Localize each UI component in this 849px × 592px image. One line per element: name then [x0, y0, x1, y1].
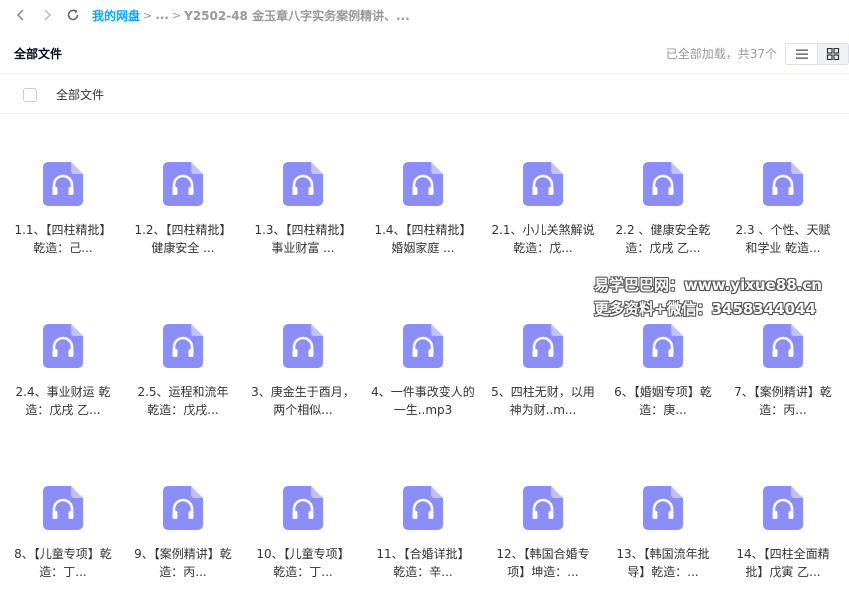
refresh-button[interactable]	[60, 0, 86, 30]
file-item[interactable]: 1.3、【四柱精批】事业财富 ...	[247, 162, 359, 257]
chevron-left-icon	[16, 9, 24, 21]
grid-view-button[interactable]	[817, 44, 848, 64]
back-button[interactable]	[8, 0, 34, 30]
audio-file-icon	[523, 486, 563, 530]
forward-button[interactable]	[34, 0, 60, 30]
audio-file-icon	[643, 162, 683, 206]
audio-file-icon	[763, 486, 803, 530]
file-name: 1.3、【四柱精批】事业财富 ...	[254, 223, 352, 255]
file-name: 1.1、【四柱精批】乾造：己...	[14, 223, 112, 255]
audio-file-icon	[43, 486, 83, 530]
audio-file-icon	[643, 486, 683, 530]
audio-file-icon	[763, 162, 803, 206]
file-item[interactable]: 2.3 、个性、天赋和学业 乾造...	[727, 162, 839, 257]
file-item[interactable]: 9、【案例精讲】乾造：丙...	[127, 486, 239, 581]
file-name: 2.1、小儿关煞解说 乾造：戊...	[491, 223, 595, 255]
file-name: 11、【合婚详批】乾造：辛...	[376, 547, 470, 579]
audio-file-icon	[43, 324, 83, 368]
breadcrumb: 我的网盘 > ... > Y2502-48 金玉章八字实务案例精讲、...	[92, 7, 410, 24]
audio-file-icon	[523, 324, 563, 368]
file-count-status: 已全部加载，共37个	[665, 47, 777, 61]
audio-file-icon	[763, 324, 803, 368]
audio-file-icon	[403, 486, 443, 530]
file-name: 2.5、运程和流年 乾造：戊戌...	[137, 385, 229, 417]
file-name: 1.2、【四柱精批】健康安全 ...	[134, 223, 232, 255]
file-item[interactable]: 3、庚金生于酉月，两个相似...	[247, 324, 359, 419]
audio-file-icon	[283, 486, 323, 530]
file-name: 3、庚金生于酉月，两个相似...	[251, 385, 355, 417]
file-item[interactable]: 2.2 、健康安全乾造：戊戌 乙...	[607, 162, 719, 257]
file-item[interactable]: 2.4、事业财运 乾造：戊戌 乙...	[7, 324, 119, 419]
file-name: 1.4、【四柱精批】婚姻家庭 ...	[374, 223, 472, 255]
file-item[interactable]: 11、【合婚详批】乾造：辛...	[367, 486, 479, 581]
breadcrumb-separator-icon: >	[171, 8, 182, 22]
breadcrumb-separator-icon: >	[143, 8, 153, 22]
audio-file-icon	[643, 324, 683, 368]
file-name: 13、【韩国流年批导】乾造：...	[616, 547, 710, 579]
file-name: 9、【案例精讲】乾造：丙...	[134, 547, 232, 579]
breadcrumb-current: Y2502-48 金玉章八字实务案例精讲、...	[184, 8, 410, 23]
top-bar: 我的网盘 > ... > Y2502-48 金玉章八字实务案例精讲、...	[0, 0, 849, 30]
watermark-line-2: 更多资料+微信：3458344044	[594, 300, 816, 318]
file-item[interactable]: 7、【案例精讲】乾造：丙...	[727, 324, 839, 419]
file-item[interactable]: 1.2、【四柱精批】健康安全 ...	[127, 162, 239, 257]
file-item[interactable]: 8、【儿童专项】乾造：丁...	[7, 486, 119, 581]
file-item[interactable]: 14、【四柱全面精批】戊寅 乙...	[727, 486, 839, 581]
grid-view-icon	[826, 48, 840, 60]
audio-file-icon	[163, 324, 203, 368]
audio-file-icon	[403, 162, 443, 206]
select-all-row: 全部文件	[0, 76, 849, 114]
audio-file-icon	[163, 162, 203, 206]
file-name: 2.4、事业财运 乾造：戊戌 乙...	[15, 385, 111, 417]
file-name: 5、四柱无财，以用神为财..m...	[491, 385, 595, 417]
file-name: 2.2 、健康安全乾造：戊戌 乙...	[615, 223, 711, 255]
file-item[interactable]: 1.4、【四柱精批】婚姻家庭 ...	[367, 162, 479, 257]
audio-file-icon	[283, 162, 323, 206]
file-item[interactable]: 2.1、小儿关煞解说 乾造：戊...	[487, 162, 599, 257]
audio-file-icon	[523, 162, 563, 206]
file-name: 8、【儿童专项】乾造：丁...	[14, 547, 112, 579]
file-item[interactable]: 2.5、运程和流年 乾造：戊戌...	[127, 324, 239, 419]
file-name: 12、【韩国合婚专项】坤造：...	[496, 547, 590, 579]
audio-file-icon	[283, 324, 323, 368]
audio-file-icon	[403, 324, 443, 368]
refresh-icon	[67, 9, 79, 21]
file-item[interactable]: 5、四柱无财，以用神为财..m...	[487, 324, 599, 419]
file-name: 4、一件事改变人的一生..mp3	[371, 385, 475, 417]
watermark: 易学巴巴网：www.yixue88.cn 更多资料+微信：3458344044	[594, 273, 844, 321]
select-all-label: 全部文件	[56, 88, 105, 102]
file-header: 全部文件 已全部加载，共37个	[0, 34, 849, 74]
file-name: 2.3 、个性、天赋和学业 乾造...	[735, 223, 831, 255]
file-item[interactable]: 4、一件事改变人的一生..mp3	[367, 324, 479, 419]
select-all-checkbox[interactable]	[23, 87, 37, 102]
chevron-right-icon	[44, 9, 52, 21]
file-item[interactable]: 6、【婚姻专项】乾造：庚...	[607, 324, 719, 419]
page-title: 全部文件	[14, 47, 63, 61]
file-item[interactable]: 10、【儿童专项】乾造：丁...	[247, 486, 359, 581]
file-item[interactable]: 13、【韩国流年批导】乾造：...	[607, 486, 719, 581]
breadcrumb-ellipsis[interactable]: ...	[155, 8, 169, 22]
file-name: 10、【儿童专项】乾造：丁...	[256, 547, 350, 579]
file-item[interactable]: 12、【韩国合婚专项】坤造：...	[487, 486, 599, 581]
view-toggle	[785, 43, 849, 65]
file-name: 14、【四柱全面精批】戊寅 乙...	[736, 547, 830, 579]
watermark-line-1: 易学巴巴网：www.yixue88.cn	[594, 276, 822, 294]
file-item[interactable]: 1.1、【四柱精批】乾造：己...	[7, 162, 119, 257]
file-name: 6、【婚姻专项】乾造：庚...	[614, 385, 712, 417]
file-name: 7、【案例精讲】乾造：丙...	[734, 385, 832, 417]
audio-file-icon	[43, 162, 83, 206]
list-view-button[interactable]	[786, 44, 817, 64]
list-view-icon	[795, 49, 808, 59]
audio-file-icon	[163, 486, 203, 530]
breadcrumb-root[interactable]: 我的网盘	[92, 7, 140, 24]
